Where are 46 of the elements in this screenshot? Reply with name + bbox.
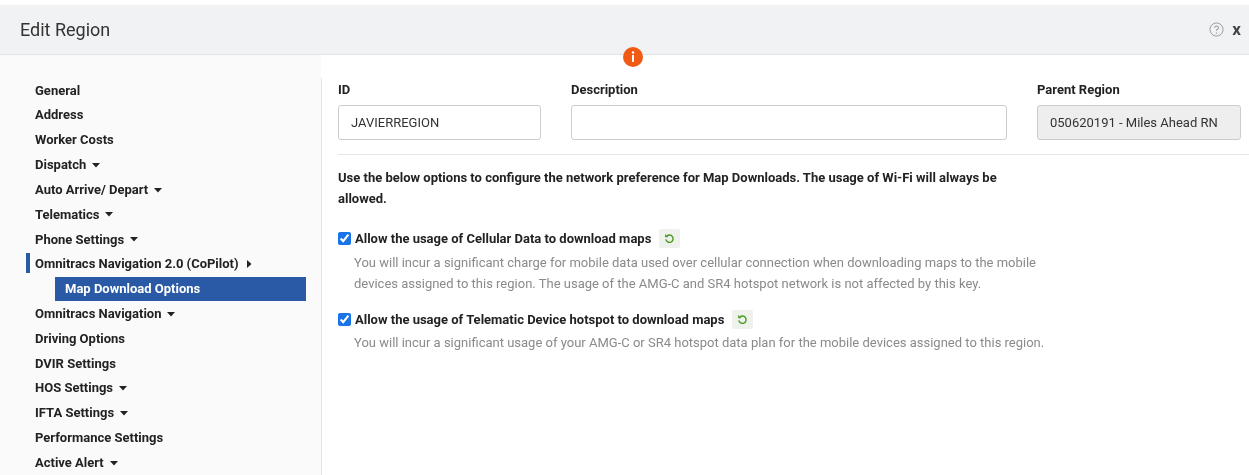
sidebar-item[interactable]: Worker Costs — [35, 130, 114, 150]
sidebar-item[interactable]: Active Alert — [35, 452, 118, 473]
sidebar-item[interactable]: HOS Settings — [35, 378, 128, 398]
caret-down-icon — [119, 384, 128, 393]
field-label: ID — [338, 81, 352, 99]
caret-down-icon — [120, 408, 129, 417]
sidebar-item[interactable]: DVIR Settings — [35, 353, 116, 374]
sidebar-item[interactable]: Auto Arrive/ Depart — [35, 179, 163, 200]
sidebar-item[interactable]: Omnitracs Navigation — [35, 303, 176, 324]
sidebar-item[interactable]: Dispatch — [35, 155, 101, 175]
field-label: Parent Region — [1037, 81, 1121, 99]
option-description: You will incur a significant usage of your AMG-C or SR4 hotspot data plan for the mobile devices assigned to this region. — [353, 334, 1046, 352]
option-label: Allow the usage of Cellular Data to download maps — [355, 230, 652, 248]
sidebar-subitem[interactable]: Map Download Options — [55, 276, 306, 301]
caret-down-icon — [130, 235, 139, 244]
option-label: Allow the usage of Telematic Device hotspot to download maps — [355, 310, 725, 329]
caret-down-icon — [92, 160, 101, 169]
sidebar-item[interactable]: Omnitracs Navigation 2.0 (CoPilot) — [35, 254, 253, 274]
window-title: Edit Region — [20, 18, 112, 42]
field-label: Description — [571, 81, 639, 99]
option-description: You will incur a significant charge for mobile data used over cellular connection when downloading maps to the mobile devices assigned to this region. The usage of the AMG-C and SR4 hotspot network is not affected by this key. — [353, 253, 1037, 293]
info-icon — [623, 47, 643, 67]
checkbox[interactable] — [338, 312, 351, 326]
reset-button[interactable] — [659, 229, 681, 249]
sidebar-item[interactable]: IFTA Settings — [35, 403, 129, 423]
reset-icon — [664, 233, 676, 245]
caret-down-icon — [154, 185, 163, 194]
sidebar-item[interactable]: Telematics — [35, 204, 114, 225]
sidebar-item[interactable]: General — [35, 80, 81, 101]
help-icon[interactable] — [1209, 22, 1225, 37]
caret-down-icon — [105, 210, 114, 219]
sidebar-item[interactable]: Address — [35, 105, 84, 125]
reset-icon — [737, 313, 749, 325]
caret-down-icon — [167, 309, 176, 318]
input-field[interactable] — [571, 105, 1007, 140]
active-indicator — [26, 252, 30, 273]
caret-right-icon — [244, 260, 253, 269]
caret-down-icon — [109, 458, 118, 467]
checkbox[interactable] — [338, 232, 351, 246]
reset-button[interactable] — [732, 309, 754, 329]
intro-text: Use the below options to configure the network preference for Map Downloads. The usage of Wi-Fi will always be allowed. — [338, 169, 998, 208]
sidebar-item[interactable]: Driving Options — [35, 328, 126, 349]
close-button[interactable]: x — [1232, 16, 1241, 43]
sidebar-item[interactable]: Performance Settings — [35, 428, 164, 448]
input-field[interactable]: JAVIERREGION — [338, 105, 541, 140]
sidebar-item[interactable]: Phone Settings — [35, 229, 139, 250]
